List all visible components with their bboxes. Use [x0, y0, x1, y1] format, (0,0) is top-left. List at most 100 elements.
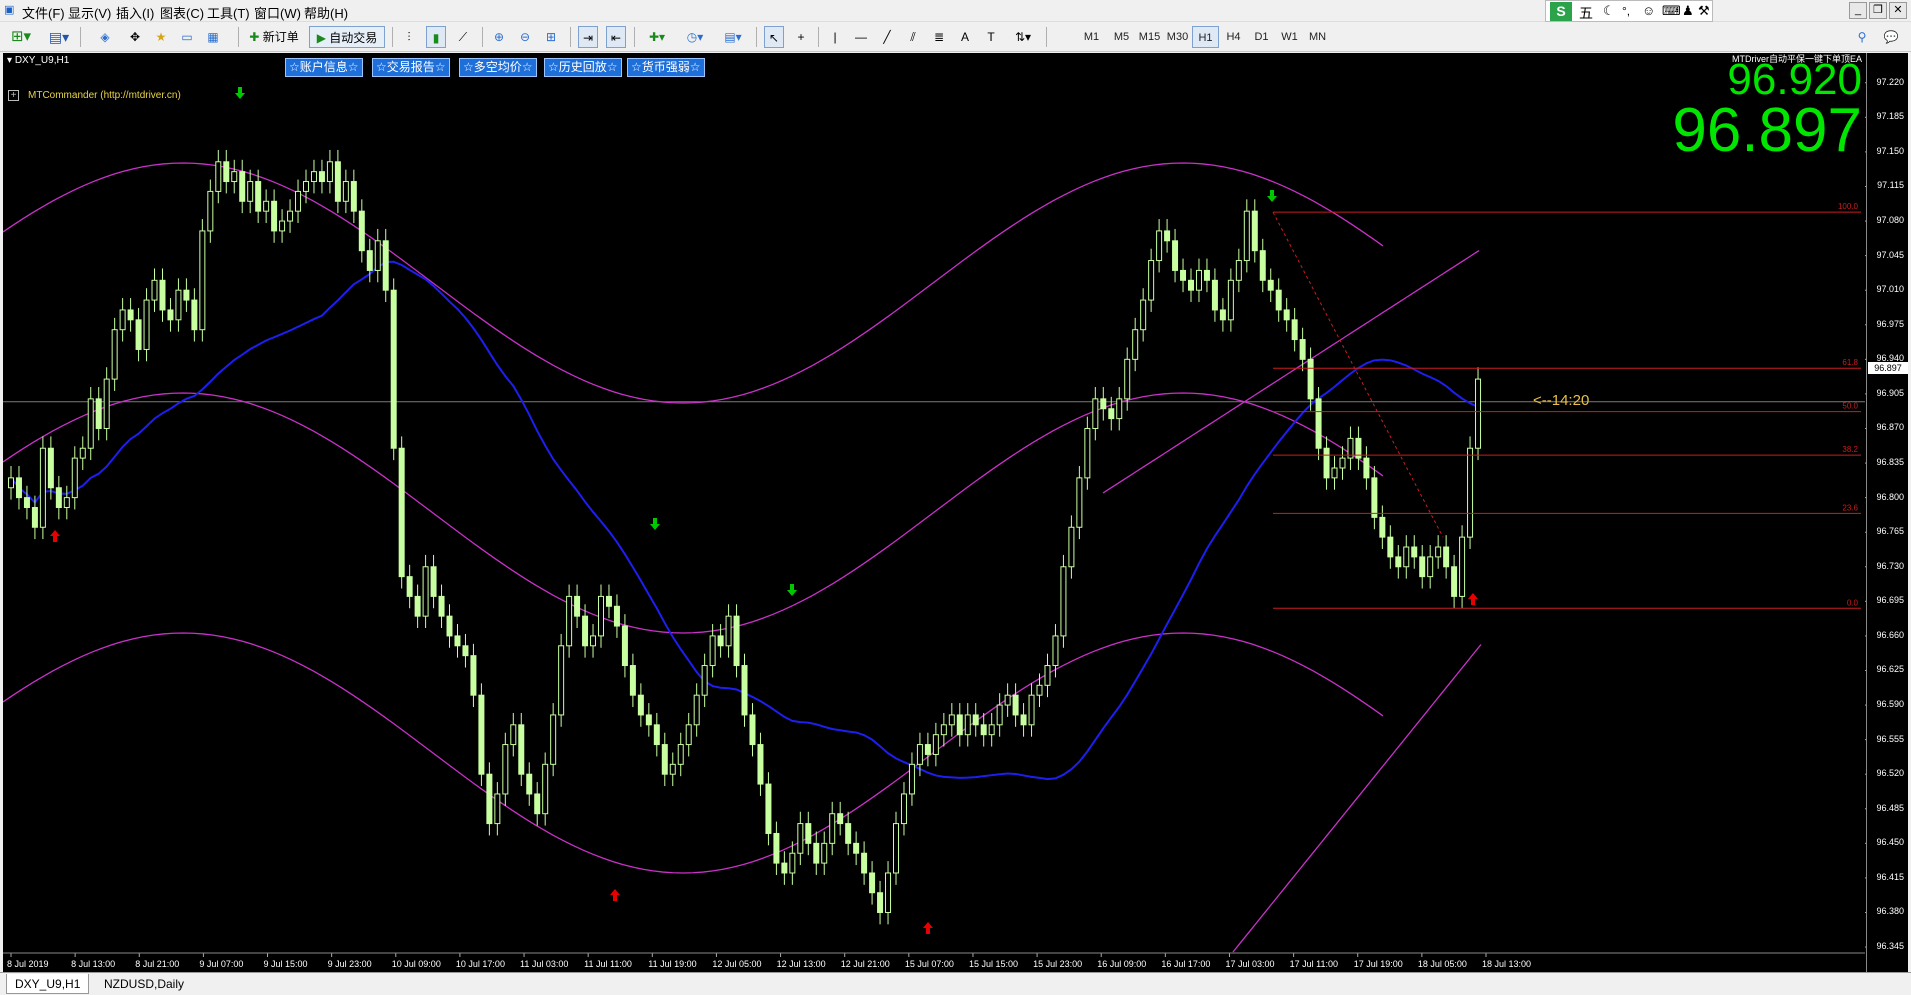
candle-body	[805, 823, 812, 844]
menu-tools[interactable]: 工具(T)	[207, 3, 250, 22]
minimize-icon[interactable]: _	[1849, 2, 1867, 19]
wrench-icon[interactable]: ⚒	[1698, 3, 1710, 19]
candle-body	[342, 181, 349, 202]
tile-windows-icon[interactable]: ⊞	[542, 26, 560, 48]
tab-nzdusd-daily[interactable]: NZDUSD,Daily	[96, 974, 192, 994]
candle-body	[526, 773, 533, 795]
timeframe-d1[interactable]: D1	[1248, 26, 1275, 48]
close-icon[interactable]: ✕	[1889, 2, 1907, 19]
menu-file[interactable]: 文件(F)	[22, 3, 65, 22]
restore-icon[interactable]: ❐	[1869, 2, 1887, 19]
chart-shift-icon[interactable]: ⇤	[606, 26, 626, 48]
commander-box[interactable]: +	[8, 90, 19, 101]
candle-body	[494, 793, 501, 825]
vertical-line-icon[interactable]: |	[826, 26, 844, 48]
channel-icon[interactable]: ⫽	[904, 26, 922, 48]
candle-body	[23, 497, 30, 509]
new-chart-icon[interactable]: ⊞▾	[6, 26, 36, 48]
timeframe-mn[interactable]: MN	[1304, 26, 1331, 48]
candle-body	[247, 181, 254, 202]
market-watch-icon[interactable]: ◈	[96, 26, 114, 48]
emoji-icon[interactable]: ☺	[1642, 3, 1655, 18]
account-info-button[interactable]: ☆账户信息☆	[285, 58, 363, 77]
menu-view[interactable]: 显示(V)	[68, 3, 111, 22]
menu-insert[interactable]: 插入(I)	[116, 3, 154, 22]
candlestick-icon[interactable]: ▮	[426, 26, 446, 48]
candle-body	[207, 190, 214, 232]
candle-body	[1339, 457, 1346, 469]
tab-dxy-u9-h1[interactable]: DXY_U9,H1	[6, 974, 90, 994]
candle-body	[470, 655, 477, 696]
templates-icon[interactable]: ▤▾	[718, 26, 748, 48]
bar-chart-icon[interactable]: ⫶	[400, 26, 418, 48]
price-tick-label: 96.415	[1876, 871, 1904, 882]
candle-body	[510, 724, 517, 746]
crosshair-icon[interactable]: +	[792, 26, 810, 48]
profiles-icon[interactable]: ▤▾	[44, 26, 74, 48]
horizontal-line-icon[interactable]: —	[852, 26, 870, 48]
zoom-in-icon[interactable]: ⊕	[490, 26, 508, 48]
candle-body	[1116, 398, 1123, 420]
fibonacci-icon[interactable]: ≣	[930, 26, 948, 48]
navigator-icon[interactable]: ★	[152, 26, 170, 48]
search-icon[interactable]: ⚲	[1853, 26, 1871, 48]
ime-toolbar[interactable]: S 五 ☾ °, ☺ ⌨ ♟ ⚒	[1545, 0, 1713, 22]
candle-body	[733, 615, 740, 667]
timeframe-h4[interactable]: H4	[1220, 26, 1247, 48]
candle-body	[334, 161, 341, 202]
candle-body	[661, 744, 668, 775]
ime-logo-icon[interactable]: S	[1550, 2, 1572, 21]
line-chart-icon[interactable]: ⟋	[454, 26, 472, 48]
new-order-button[interactable]: ✚ 新订单	[244, 26, 304, 48]
candle-body	[358, 210, 365, 252]
candle-body	[374, 240, 381, 271]
candle-body	[956, 714, 963, 736]
candle-body	[813, 842, 820, 864]
autoscroll-icon[interactable]: ⇥	[578, 26, 598, 48]
menu-help[interactable]: 帮助(H)	[304, 3, 348, 22]
history-replay-button[interactable]: ☆历史回放☆	[544, 58, 622, 77]
keyboard-icon[interactable]: ⌨	[1662, 3, 1681, 19]
long-short-avg-button[interactable]: ☆多空均价☆	[459, 58, 537, 77]
candle-body	[1419, 556, 1426, 578]
timeframe-m30[interactable]: M30	[1164, 26, 1191, 48]
user-icon[interactable]: ♟	[1682, 3, 1694, 19]
periods-icon[interactable]: ◷▾	[680, 26, 710, 48]
candle-body	[47, 447, 54, 489]
menu-window[interactable]: 窗口(W)	[254, 3, 301, 22]
candle-body	[1331, 467, 1338, 479]
zoom-out-icon[interactable]: ⊖	[516, 26, 534, 48]
candle-body	[861, 852, 868, 874]
indicators-icon[interactable]: ✚▾	[642, 26, 672, 48]
crosshair-data-icon[interactable]: ✥	[126, 26, 144, 48]
timeframe-m1[interactable]: M1	[1078, 26, 1105, 48]
candle-body	[318, 171, 325, 183]
ime-mode-label[interactable]: 五	[1579, 3, 1593, 23]
cursor-icon[interactable]: ↖	[764, 26, 784, 48]
currency-strength-button[interactable]: ☆货币强弱☆	[627, 58, 705, 77]
terminal-icon[interactable]: ▭	[178, 26, 196, 48]
auto-trade-button[interactable]: ▶ 自动交易	[309, 26, 385, 48]
menu-chart[interactable]: 图表(C)	[160, 3, 204, 22]
price-chart[interactable]: 100.0 61.8 50.0 38.2 23.6 0.0 ▾ DXY_U9,H1 + M…	[3, 53, 1908, 972]
arrows-icon[interactable]: ⇅▾	[1008, 26, 1038, 48]
candle-body	[685, 724, 692, 746]
trade-report-button[interactable]: ☆交易报告☆	[372, 58, 450, 77]
candle-body	[789, 852, 796, 874]
chat-icon[interactable]: 💬	[1881, 26, 1901, 48]
timeframe-h1[interactable]: H1	[1192, 26, 1219, 48]
moon-icon[interactable]: ☾	[1603, 3, 1615, 19]
text-icon[interactable]: A	[956, 26, 974, 48]
trendline-icon[interactable]: ╱	[878, 26, 896, 48]
tester-icon[interactable]: ▦	[204, 26, 222, 48]
punctuation-icon[interactable]: °,	[1622, 4, 1630, 18]
candle-body	[1371, 477, 1378, 518]
candle-body	[1211, 279, 1218, 311]
text-label-icon[interactable]: T	[982, 26, 1000, 48]
candle-body	[1052, 635, 1059, 667]
timeframe-w1[interactable]: W1	[1276, 26, 1303, 48]
timeframe-m15[interactable]: M15	[1136, 26, 1163, 48]
timeframe-m5[interactable]: M5	[1108, 26, 1135, 48]
candle-body	[1219, 309, 1226, 321]
candle-body	[1132, 329, 1139, 360]
